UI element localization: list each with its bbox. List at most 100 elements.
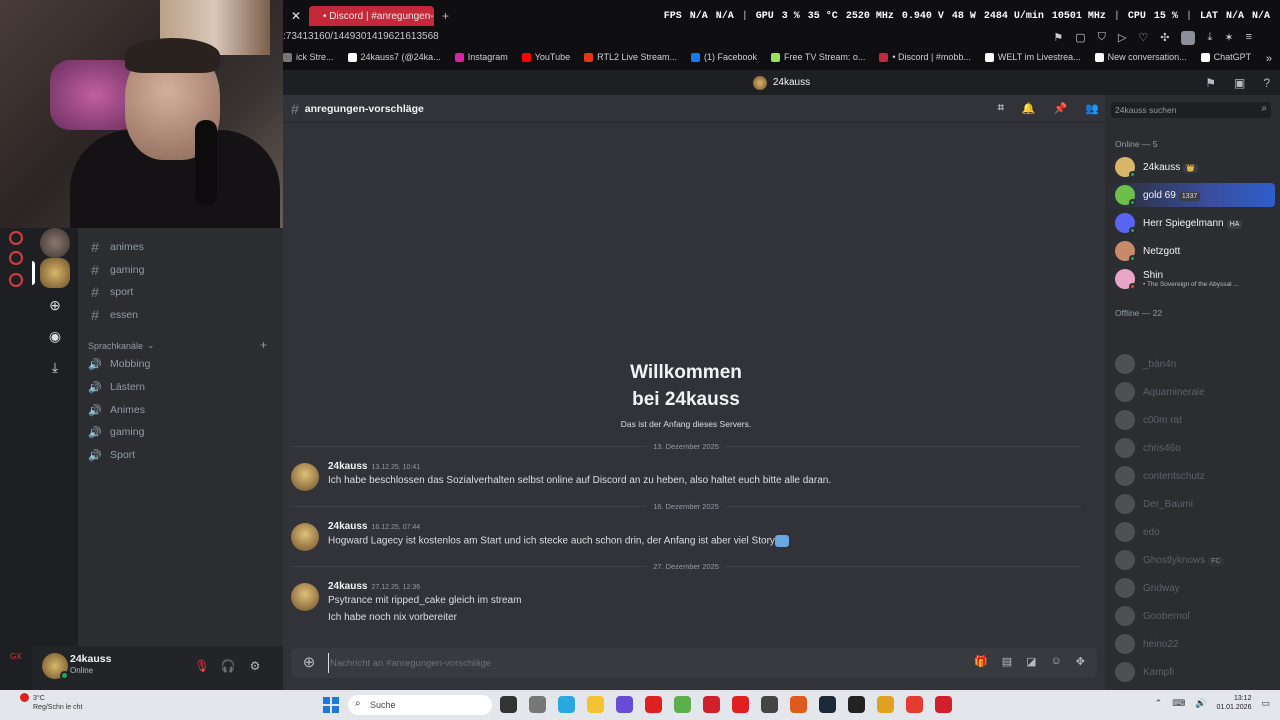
voice-channel-laestern[interactable]: 🔊 Lästern (88, 377, 276, 397)
taskbar-app-icon[interactable] (558, 696, 575, 713)
weather-widget[interactable]: 3°C Reg/Schn le cht (33, 694, 82, 712)
taskbar-app-icon[interactable] (877, 696, 894, 713)
member-item[interactable]: gold 69 1337 (1109, 183, 1275, 207)
member-item[interactable]: Ghostlyknows FC (1109, 548, 1275, 572)
avatar[interactable] (291, 583, 319, 611)
bookmark-item[interactable]: (1) Facebook (690, 52, 757, 62)
bookmark-item[interactable]: ChatGPT (1200, 52, 1251, 62)
taskbar-app-icon[interactable] (906, 696, 923, 713)
download-icon[interactable]: ⤓ (1207, 31, 1212, 45)
member-item[interactable]: Shin • The Sovereign of the Abyssal ... (1109, 267, 1275, 291)
gift-icon[interactable]: 🎁 (974, 655, 988, 668)
taskbar-search[interactable]: ⌕ Suche (348, 695, 492, 715)
heart-icon[interactable]: ♡ (1138, 31, 1148, 45)
taskbar-app-icon[interactable] (819, 696, 836, 713)
gif-icon[interactable]: ▤ (1002, 655, 1012, 668)
channel-gaming[interactable]: # gaming (88, 260, 276, 280)
apps-icon[interactable]: ✥ (1076, 655, 1085, 668)
bell-icon[interactable]: 🔔 (1022, 102, 1036, 115)
taskbar-app-icon[interactable] (790, 696, 807, 713)
taskbar-app-icon[interactable] (500, 696, 517, 713)
member-item[interactable]: Herr Spiegelmann HA (1109, 211, 1275, 235)
member-item[interactable]: Goobernol (1109, 604, 1275, 628)
search-icon[interactable]: ⌕ (1261, 103, 1267, 114)
bookmark-item[interactable]: YouTube (521, 52, 570, 62)
shield-icon[interactable]: ⛉ (1098, 31, 1106, 45)
bookmark-icon[interactable]: ⚑ (1053, 31, 1063, 45)
avatar[interactable] (291, 523, 319, 551)
profile-avatar[interactable] (1181, 31, 1196, 45)
close-icon[interactable]: ✕ (283, 9, 309, 23)
avatar[interactable] (291, 463, 319, 491)
channel-essen[interactable]: # essen (88, 305, 276, 325)
taskbar-app-icon[interactable] (935, 696, 952, 713)
member-item[interactable]: Aquamineraie (1109, 380, 1275, 404)
member-search-input[interactable] (1115, 103, 1250, 117)
message-author[interactable]: 24kauss (328, 461, 367, 472)
network-icon[interactable]: ⌨ (1172, 698, 1185, 709)
gear-icon[interactable]: ⚙ (246, 657, 264, 675)
taskbar-app-icon[interactable] (732, 696, 749, 713)
clock[interactable]: 13:12 01.01.2026 (1216, 694, 1251, 712)
voice-channel-sport[interactable]: 🔊 Sport (88, 445, 276, 465)
fullscreen-icon[interactable]: ▢ (1075, 31, 1085, 45)
message-author[interactable]: 24kauss (328, 581, 367, 592)
member-item[interactable]: _bán4n (1109, 352, 1275, 376)
taskbar-app-icon[interactable] (645, 696, 662, 713)
voice-channel-gaming[interactable]: 🔊 gaming (88, 422, 276, 442)
member-item[interactable]: Netzgott (1109, 239, 1275, 263)
server-icon[interactable] (40, 228, 70, 258)
taskbar-app-icon[interactable] (674, 696, 691, 713)
taskbar-app-icon[interactable] (761, 696, 778, 713)
bookmark-item[interactable]: Instagram (454, 52, 508, 62)
more-bookmarks-icon[interactable]: » (1266, 53, 1272, 65)
bookmark-item[interactable]: • Discord | #mobb... (879, 52, 971, 62)
add-server-icon[interactable]: ⊕ (40, 290, 70, 320)
member-item[interactable]: edo (1109, 520, 1275, 544)
threads-icon[interactable]: ⌗ (998, 102, 1004, 115)
member-item[interactable]: 24kauss 👑 (1109, 155, 1275, 179)
add-attachment-icon[interactable]: ⊕ (301, 655, 317, 671)
new-tab-icon[interactable]: + (442, 9, 449, 23)
play-icon[interactable]: ▷ (1118, 31, 1126, 45)
server-icon-active[interactable] (40, 258, 70, 288)
emoji-icon[interactable]: ☺ (1051, 655, 1062, 668)
sticker-icon[interactable]: ◪ (1026, 655, 1036, 668)
notifications-icon[interactable]: ▭ (1261, 698, 1270, 709)
taskbar-app-icon[interactable] (616, 696, 633, 713)
address-bar[interactable]: :73413160/1449301419621613568 (283, 31, 439, 42)
mute-mic-icon[interactable]: 🎙 (193, 657, 211, 675)
member-item[interactable]: heino22 (1109, 632, 1275, 656)
help-icon[interactable]: ? (1263, 76, 1270, 90)
discover-icon[interactable]: ◉ (40, 321, 70, 351)
flag-icon[interactable]: ⚑ (1205, 76, 1216, 90)
bookmark-item[interactable]: WELT im Livestrea... (984, 52, 1081, 62)
member-item[interactable]: Kampfi (1109, 660, 1275, 684)
channel-animes[interactable]: # animes (88, 237, 276, 257)
members-icon[interactable]: 👥 (1085, 102, 1099, 115)
menu-icon[interactable]: ≡ (1246, 31, 1252, 45)
clock-icon[interactable] (9, 231, 23, 245)
voice-channel-animes[interactable]: 🔊 Animes (88, 400, 276, 420)
member-item[interactable]: Gndway (1109, 576, 1275, 600)
taskbar-app-icon[interactable] (587, 696, 604, 713)
add-channel-icon[interactable]: + (260, 338, 267, 352)
taskbar-app-icon[interactable] (529, 696, 546, 713)
windows-start-icon[interactable] (323, 697, 339, 713)
settings-icon[interactable] (9, 273, 23, 287)
member-item[interactable]: contentschutz (1109, 464, 1275, 488)
message-input[interactable] (328, 653, 928, 673)
member-item[interactable]: chris46o (1109, 436, 1275, 460)
message-author[interactable]: 24kauss (328, 521, 367, 532)
bookmark-item[interactable]: Free TV Stream: o... (771, 52, 865, 62)
heart-icon[interactable] (9, 251, 23, 265)
bookmark-item[interactable]: RTL2 Live Stream... (584, 52, 677, 62)
bookmark-item[interactable]: ick Stre... (283, 52, 334, 62)
browser-tab-discord[interactable]: • Discord | #anregungen- (309, 6, 434, 26)
pin-icon[interactable]: 📌 (1054, 102, 1068, 115)
puzzle-icon[interactable]: ✣ (1160, 31, 1169, 45)
bookmark-item[interactable]: 24kauss7 (@24ka... (347, 52, 441, 62)
voice-category[interactable]: Sprachkanäle ⌄ (88, 340, 155, 351)
voice-channel-mobbing[interactable]: 🔊 Mobbing (88, 354, 276, 374)
taskbar-app-icon[interactable] (703, 696, 720, 713)
